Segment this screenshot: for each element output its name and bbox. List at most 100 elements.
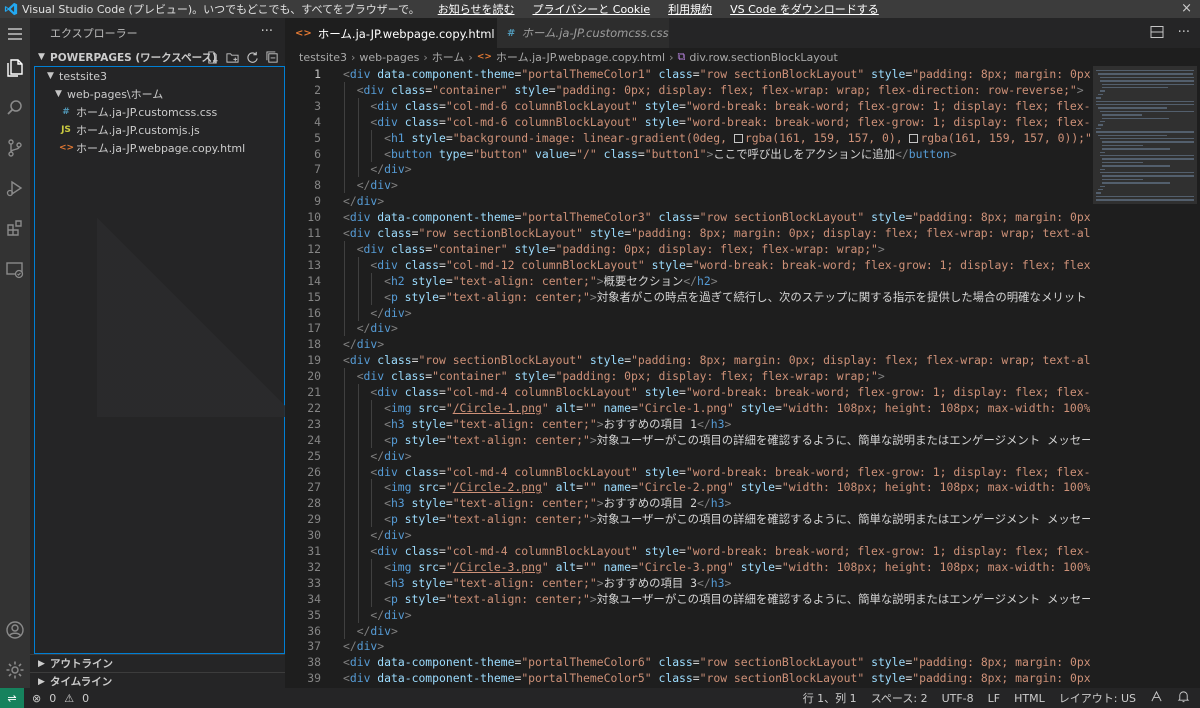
code-line[interactable]: 18 </div> [285, 336, 1090, 352]
code-line[interactable]: 33 <h3 style="text-align: center;">おすすめの項… [285, 574, 1090, 591]
code-line[interactable]: 10 <div data-component-theme = "portalTheme… [285, 209, 1090, 225]
run-debug-icon[interactable] [3, 176, 27, 200]
banner-link-news[interactable]: お知らせを読む [438, 1, 515, 17]
code-line[interactable]: 1 <div data-component-theme = "portalThemeC… [285, 66, 1090, 82]
code-line[interactable]: 12 <div class="container" style="padding:… [285, 240, 1090, 257]
language-mode[interactable]: HTML [1014, 692, 1045, 705]
banner-link-download[interactable]: VS Code をダウンロードする [730, 1, 879, 17]
tab-customcss[interactable]: # ホーム.ja-JP.customcss.css [497, 18, 669, 48]
code-line[interactable]: 13 <div class="col-md-12 columnBlockLayou… [285, 256, 1090, 273]
code-token[interactable]: /Circle-1.png [453, 401, 542, 415]
tree-folder-testsite3[interactable]: ▼ testsite3 [35, 67, 107, 85]
new-folder-icon[interactable] [225, 50, 239, 64]
new-file-icon[interactable] [205, 50, 219, 64]
code-line[interactable]: 25 </div> [285, 447, 1090, 464]
code-line[interactable]: 3 <div class="col-md-6 columnBlockLayout"… [285, 97, 1090, 114]
tree-file-js[interactable]: JS ホーム.ja-JP.customjs.js [35, 121, 200, 139]
end-of-line[interactable]: LF [988, 692, 1000, 705]
code-line[interactable]: 26 <div class="col-md-4 columnBlockLayout… [285, 463, 1090, 480]
code-token: = [438, 559, 446, 574]
code-line[interactable]: 5 <h1 style="background-image: linear-gra… [285, 129, 1090, 146]
code-line[interactable]: 9 </div> [285, 193, 1090, 209]
notifications-bell-icon[interactable] [1177, 690, 1190, 706]
color-swatch-icon[interactable] [733, 133, 743, 143]
banner-close-icon[interactable]: × [1181, 1, 1192, 16]
tab-webpage-html[interactable]: <> ホーム.ja-JP.webpage.copy.html × [285, 18, 517, 48]
search-icon[interactable] [3, 96, 27, 120]
code-line[interactable]: 2 <div class="container" style="padding: … [285, 81, 1090, 98]
code-line[interactable]: 8 </div> [285, 177, 1090, 194]
code-line[interactable]: 15 <p style="text-align: center;">対象者がこの時… [285, 288, 1090, 305]
code-line[interactable]: 28 <h3 style="text-align: center;">おすすめの項… [285, 495, 1090, 512]
code-line[interactable]: 35 </div> [285, 606, 1090, 623]
code-line[interactable]: 30 </div> [285, 527, 1090, 544]
code-line[interactable]: 11 <div class="row sectionBlockLayout" st… [285, 225, 1090, 241]
breadcrumb-item[interactable]: ホーム.ja-JP.webpage.copy.html [496, 49, 665, 65]
code-token[interactable]: /Circle-2.png [453, 480, 542, 494]
more-actions-icon[interactable]: ··· [261, 24, 273, 39]
code-line[interactable]: 39 <div data-component-theme = "portalTheme… [285, 670, 1090, 686]
extensions-icon[interactable] [3, 216, 27, 240]
indent-guide [344, 97, 345, 114]
minimap[interactable] [1090, 66, 1200, 688]
menu-icon[interactable] [3, 22, 27, 46]
encoding[interactable]: UTF-8 [942, 692, 974, 705]
collapse-all-icon[interactable] [265, 50, 279, 64]
breadcrumb-item[interactable]: ホーム [432, 49, 465, 65]
code-line[interactable]: 27 <img src="/Circle-2.png" alt="" name="… [285, 479, 1090, 496]
indentation[interactable]: スペース: 2 [871, 690, 928, 706]
settings-gear-icon[interactable] [3, 658, 27, 682]
explorer-icon[interactable] [3, 56, 27, 80]
refresh-icon[interactable] [245, 50, 259, 64]
code-line[interactable]: 32 <img src="/Circle-3.png" alt="" name="… [285, 558, 1090, 575]
code-line[interactable]: 6 <button type="button" value="/" class="… [285, 145, 1090, 162]
code-token[interactable]: /Circle-3.png [453, 560, 542, 574]
code-line[interactable]: 37 </div> [285, 638, 1090, 654]
indent-guide [344, 272, 345, 289]
breadcrumb-item[interactable]: testsite3 [299, 51, 347, 64]
more-actions-icon[interactable]: ··· [1178, 25, 1190, 43]
problems-indicator[interactable]: ⊗ 0 ⚠ 0 [32, 692, 89, 705]
remote-indicator-icon[interactable]: ⇌ [0, 688, 24, 708]
tree-file-css[interactable]: # ホーム.ja-JP.customcss.css [35, 103, 217, 121]
code-line[interactable]: 38 <div data-component-theme = "portalTheme… [285, 654, 1090, 670]
banner-link-terms[interactable]: 利用規約 [668, 1, 712, 17]
timeline-section[interactable]: ▶ タイムライン [30, 672, 285, 688]
code-token: ここで呼び出しをアクションに追加 [713, 146, 896, 161]
code-token: > [1076, 82, 1084, 97]
code-token: style [644, 464, 680, 479]
code-line[interactable]: 31 <div class="col-md-4 columnBlockLayout… [285, 543, 1090, 559]
indent-guide [357, 463, 359, 480]
breadcrumb-item[interactable]: web-pages [359, 51, 419, 64]
remote-explorer-icon[interactable] [3, 258, 27, 282]
code-line[interactable]: 23 <h3 style="text-align: center;">おすすめの項… [285, 415, 1090, 432]
keyboard-layout[interactable]: レイアウト: US [1059, 690, 1136, 706]
color-swatch-icon[interactable] [909, 133, 919, 143]
indent-guide [344, 479, 345, 496]
feedback-icon[interactable] [1150, 690, 1163, 706]
code-line[interactable]: 7 </div> [285, 161, 1090, 178]
tree-folder-web-pages[interactable]: ▼ web-pages\ホーム [35, 85, 163, 103]
code-line[interactable]: 34 <p style="text-align: center;">対象ユーザーが… [285, 590, 1090, 607]
code-line[interactable]: 14 <h2 style="text-align: center;">概要セクショ… [285, 272, 1090, 289]
account-icon[interactable] [3, 618, 27, 642]
code-line[interactable]: 29 <p style="text-align: center;">対象ユーザーが… [285, 511, 1090, 528]
code-line[interactable]: 22 <img src="/Circle-1.png" alt="" name="… [285, 399, 1090, 416]
source-control-icon[interactable] [3, 136, 27, 160]
tree-file-html[interactable]: <> ホーム.ja-JP.webpage.copy.html [35, 139, 245, 157]
code-line[interactable]: 16 </div> [285, 304, 1090, 321]
code-line[interactable]: 17 </div> [285, 320, 1090, 337]
banner-link-privacy[interactable]: プライバシーと Cookie [532, 1, 650, 17]
chevron-right-icon: › [669, 50, 674, 64]
code-line[interactable]: 21 <div class="col-md-4 columnBlockLayout… [285, 384, 1090, 400]
code-line[interactable]: 4 <div class="col-md-6 columnBlockLayout"… [285, 113, 1090, 130]
code-line[interactable]: 19 <div class="row sectionBlockLayout" st… [285, 352, 1090, 368]
breadcrumb-item[interactable]: div.row.sectionBlockLayout [689, 51, 837, 64]
code-line[interactable]: 36 </div> [285, 622, 1090, 639]
outline-section[interactable]: ▶ アウトライン [30, 654, 285, 672]
cursor-position[interactable]: 行 1、列 1 [803, 690, 857, 706]
code-editor[interactable]: 1 <div data-component-theme="portalThemeC… [285, 66, 1090, 688]
code-line[interactable]: 24 <p style="text-align: center;">対象ユーザーが… [285, 431, 1090, 448]
split-editor-icon[interactable] [1150, 25, 1164, 43]
code-line[interactable]: 20 <div class="container" style="padding:… [285, 368, 1090, 385]
